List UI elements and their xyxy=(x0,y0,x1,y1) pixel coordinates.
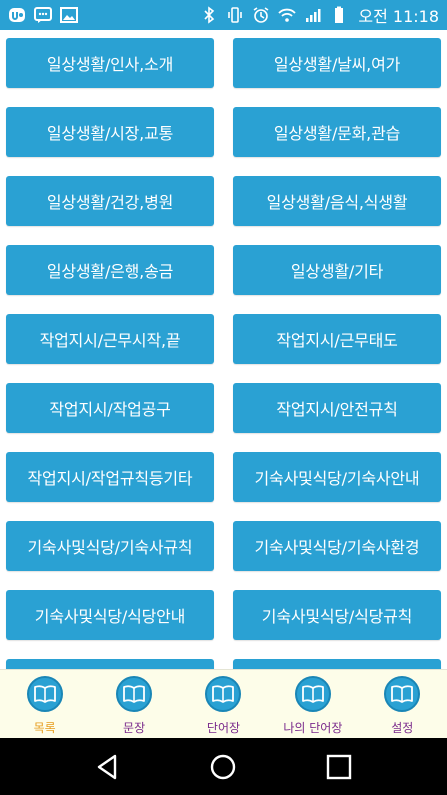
back-icon xyxy=(97,754,117,779)
category-button[interactable]: 기숙사및식당/식당안내 xyxy=(6,590,214,640)
app-notification-icon xyxy=(8,6,26,24)
category-button[interactable]: 일상생활/건강,병원 xyxy=(6,176,214,226)
category-grid: 일상생활/인사,소개 일상생활/날씨,여가일상생활/시장,교통 일상생활/문화,관습… xyxy=(0,30,447,670)
status-bar-right: 오전 11:18 xyxy=(200,3,439,27)
nav-item[interactable]: 설정 xyxy=(358,670,447,736)
nav-item-label: 문장 xyxy=(123,721,146,735)
book-icon xyxy=(294,676,331,712)
category-button[interactable]: 일상생활/시장,교통 xyxy=(6,107,214,157)
category-button[interactable]: 기숙사및식당/식당규칙 xyxy=(233,590,441,640)
category-button[interactable]: 작업지시/근무태도 xyxy=(233,314,441,364)
signal-icon xyxy=(304,6,322,24)
category-button[interactable]: 작업지시/근무시작,끝 xyxy=(6,314,214,364)
category-button[interactable]: 일상생활/날씨,여가 xyxy=(233,38,441,88)
home-icon xyxy=(211,754,236,779)
wifi-icon xyxy=(278,6,297,24)
category-button[interactable]: 기숙사및식당/기숙사규칙 xyxy=(6,521,214,571)
category-button[interactable]: 작업지시/작업공구 xyxy=(6,383,214,433)
category-button[interactable]: 일상생활/문화,관습 xyxy=(233,107,441,157)
category-button[interactable]: 작업지시/작업규칙등기타 xyxy=(6,452,214,502)
category-button[interactable]: 기숙사및식당/기숙사안내 xyxy=(233,452,441,502)
system-navigation-bar xyxy=(0,738,447,795)
recents-button[interactable] xyxy=(319,747,359,787)
category-button[interactable]: 작업지시/안전규칙 xyxy=(233,383,441,433)
category-button[interactable]: 일상생활/인사,소개 xyxy=(6,38,214,88)
book-icon xyxy=(116,676,153,712)
category-button[interactable]: 기숙사및식당/기숙사환경 xyxy=(233,521,441,571)
nav-item-label: 설정 xyxy=(391,721,414,735)
category-button[interactable]: 일상생활/음식,식생활 xyxy=(233,176,441,226)
recents-icon xyxy=(326,754,352,779)
bottom-navigation: 목록 문장 단어장 나의 단어장 설정 xyxy=(0,669,447,738)
chat-notification-icon xyxy=(34,6,52,24)
status-time: 오전 11:18 xyxy=(358,7,439,26)
image-notification-icon xyxy=(60,6,78,24)
status-bar-left xyxy=(8,6,78,24)
vibrate-icon xyxy=(226,6,244,24)
back-button[interactable] xyxy=(88,747,128,787)
nav-item[interactable]: 단어장 xyxy=(179,670,268,736)
book-icon xyxy=(26,676,63,712)
nav-item[interactable]: 나의 단어장 xyxy=(268,670,357,736)
nav-item[interactable]: 목록 xyxy=(0,670,89,736)
nav-item-label: 나의 단어장 xyxy=(283,721,343,735)
category-button[interactable]: 일상생활/기타 xyxy=(233,245,441,295)
home-button[interactable] xyxy=(203,747,243,787)
alarm-icon xyxy=(252,6,270,24)
book-icon xyxy=(205,676,242,712)
category-list[interactable]: 일상생활/인사,소개 일상생활/날씨,여가일상생활/시장,교통 일상생활/문화,관습… xyxy=(0,30,447,670)
status-bar: 오전 11:18 xyxy=(0,0,447,30)
nav-item-label: 목록 xyxy=(33,721,56,735)
book-icon xyxy=(384,676,421,712)
bluetooth-icon xyxy=(200,6,218,24)
nav-item[interactable]: 문장 xyxy=(90,670,179,736)
nav-item-label: 단어장 xyxy=(206,721,241,735)
battery-icon xyxy=(330,6,348,24)
category-button[interactable]: 일상생활/은행,송금 xyxy=(6,245,214,295)
